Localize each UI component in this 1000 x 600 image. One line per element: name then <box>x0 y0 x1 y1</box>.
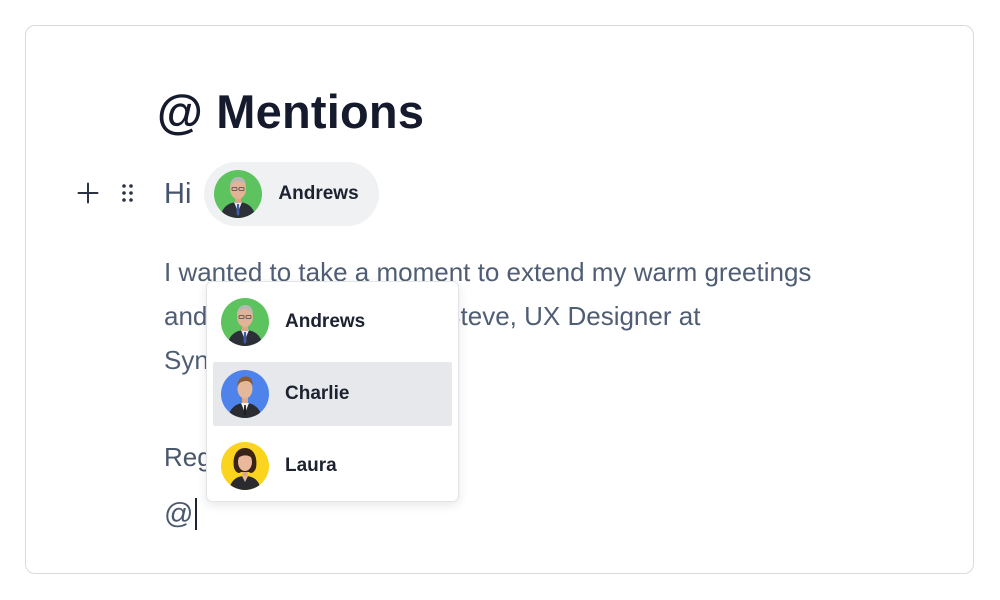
paragraph-line-2-start: and <box>164 301 208 331</box>
mention-option-charlie[interactable]: Charlie <box>213 362 452 426</box>
mention-trigger: @ <box>164 498 194 530</box>
text-caret <box>195 498 198 530</box>
mention-chip[interactable]: Andrews <box>204 162 379 226</box>
greeting-line[interactable]: Hi Andrews <box>164 162 379 226</box>
mention-option-name: Charlie <box>285 383 350 404</box>
mention-option-andrews[interactable]: Andrews <box>213 290 452 354</box>
paragraph-line-3-start: Syn <box>164 345 209 375</box>
laura-avatar <box>221 442 269 490</box>
mention-option-name: Laura <box>285 455 337 476</box>
mention-option-laura[interactable]: Laura <box>213 434 452 498</box>
mention-trigger-line[interactable]: @ <box>164 494 198 534</box>
drag-handle-icon[interactable] <box>116 181 140 205</box>
andrews-avatar <box>214 170 263 218</box>
mention-chip-name: Andrews <box>278 183 359 204</box>
greeting-text: Hi <box>164 177 192 210</box>
charlie-avatar <box>221 370 269 418</box>
mention-option-name: Andrews <box>285 311 366 332</box>
plus-icon[interactable] <box>76 181 100 205</box>
page-title: @ Mentions <box>157 85 425 138</box>
mention-popup: Andrews Charlie Laura <box>206 281 459 502</box>
andrews-avatar <box>221 298 269 346</box>
closing-text: Reg <box>164 442 212 472</box>
